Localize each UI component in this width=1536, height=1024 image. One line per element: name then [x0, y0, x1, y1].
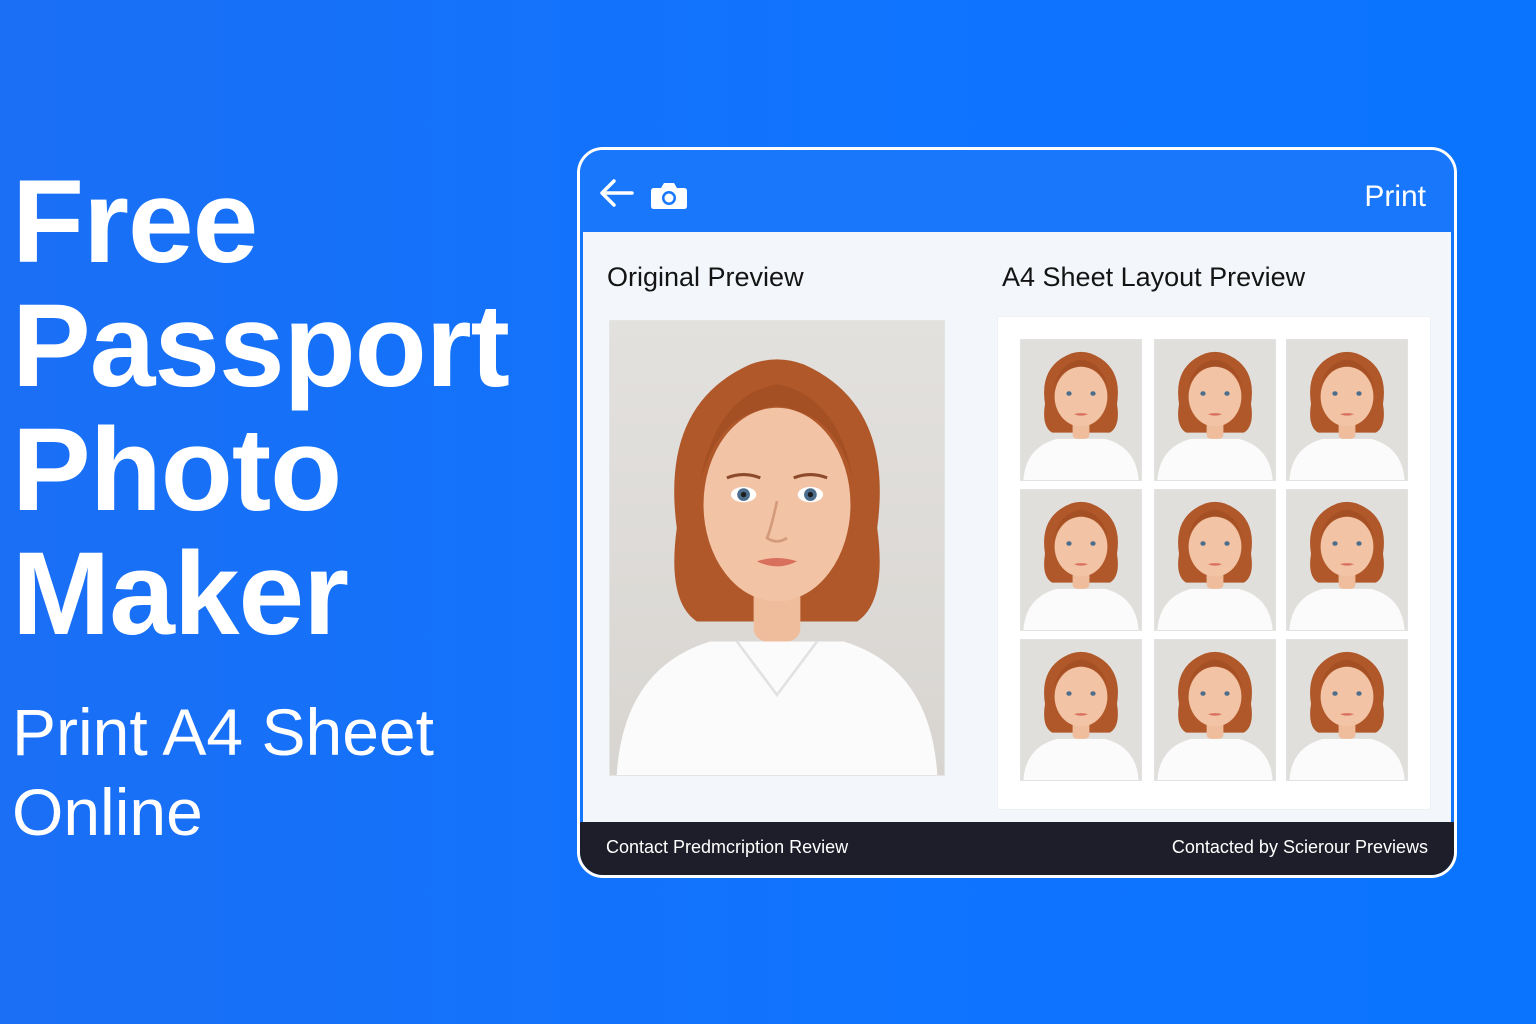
- arrow-left-icon[interactable]: [598, 178, 634, 208]
- footer-right-text: Contacted by Scierour Previews: [1171, 837, 1428, 857]
- footer-bar: Contact Predmcription Review Contacted b…: [580, 822, 1454, 875]
- app-window: Print Original Preview A4 Sheet Layout P…: [577, 147, 1457, 878]
- sheet-photo: [1020, 489, 1142, 631]
- sheet-photo: [1286, 339, 1408, 481]
- portrait-image: [610, 321, 944, 775]
- hero-subtitle-line-1: Print A4 Sheet: [12, 695, 434, 769]
- hero-title-line-3: Photo: [12, 404, 342, 536]
- hero-title-line-2: Passport: [12, 280, 510, 412]
- hero-title-line-1: Free: [12, 156, 258, 288]
- hero-subtitle-line-2: Online: [12, 775, 203, 849]
- sheet-photo: [1286, 489, 1408, 631]
- hero-subtitle: Print A4 Sheet Online: [12, 692, 552, 852]
- toolbar: Print: [580, 150, 1454, 232]
- hero-title-line-4: Maker: [12, 528, 349, 660]
- sheet-photo: [1154, 339, 1276, 481]
- preview-content: Original Preview A4 Sheet Layout Preview: [583, 232, 1451, 822]
- original-photo: [609, 320, 945, 776]
- hero-title: Free Passport Photo Maker: [12, 160, 572, 656]
- print-button[interactable]: Print: [1364, 180, 1426, 214]
- camera-icon[interactable]: [650, 182, 688, 210]
- original-preview-title: Original Preview: [607, 262, 804, 292]
- sheet-photo: [1020, 639, 1142, 781]
- footer-left-link[interactable]: Contact Predmcription Review: [606, 837, 848, 858]
- sheet-photo: [1020, 339, 1142, 481]
- sheet-photo: [1154, 639, 1276, 781]
- a4-sheet: [997, 316, 1431, 810]
- sheet-photo: [1154, 489, 1276, 631]
- sheet-preview-title: A4 Sheet Layout Preview: [1002, 262, 1306, 292]
- sheet-photo: [1286, 639, 1408, 781]
